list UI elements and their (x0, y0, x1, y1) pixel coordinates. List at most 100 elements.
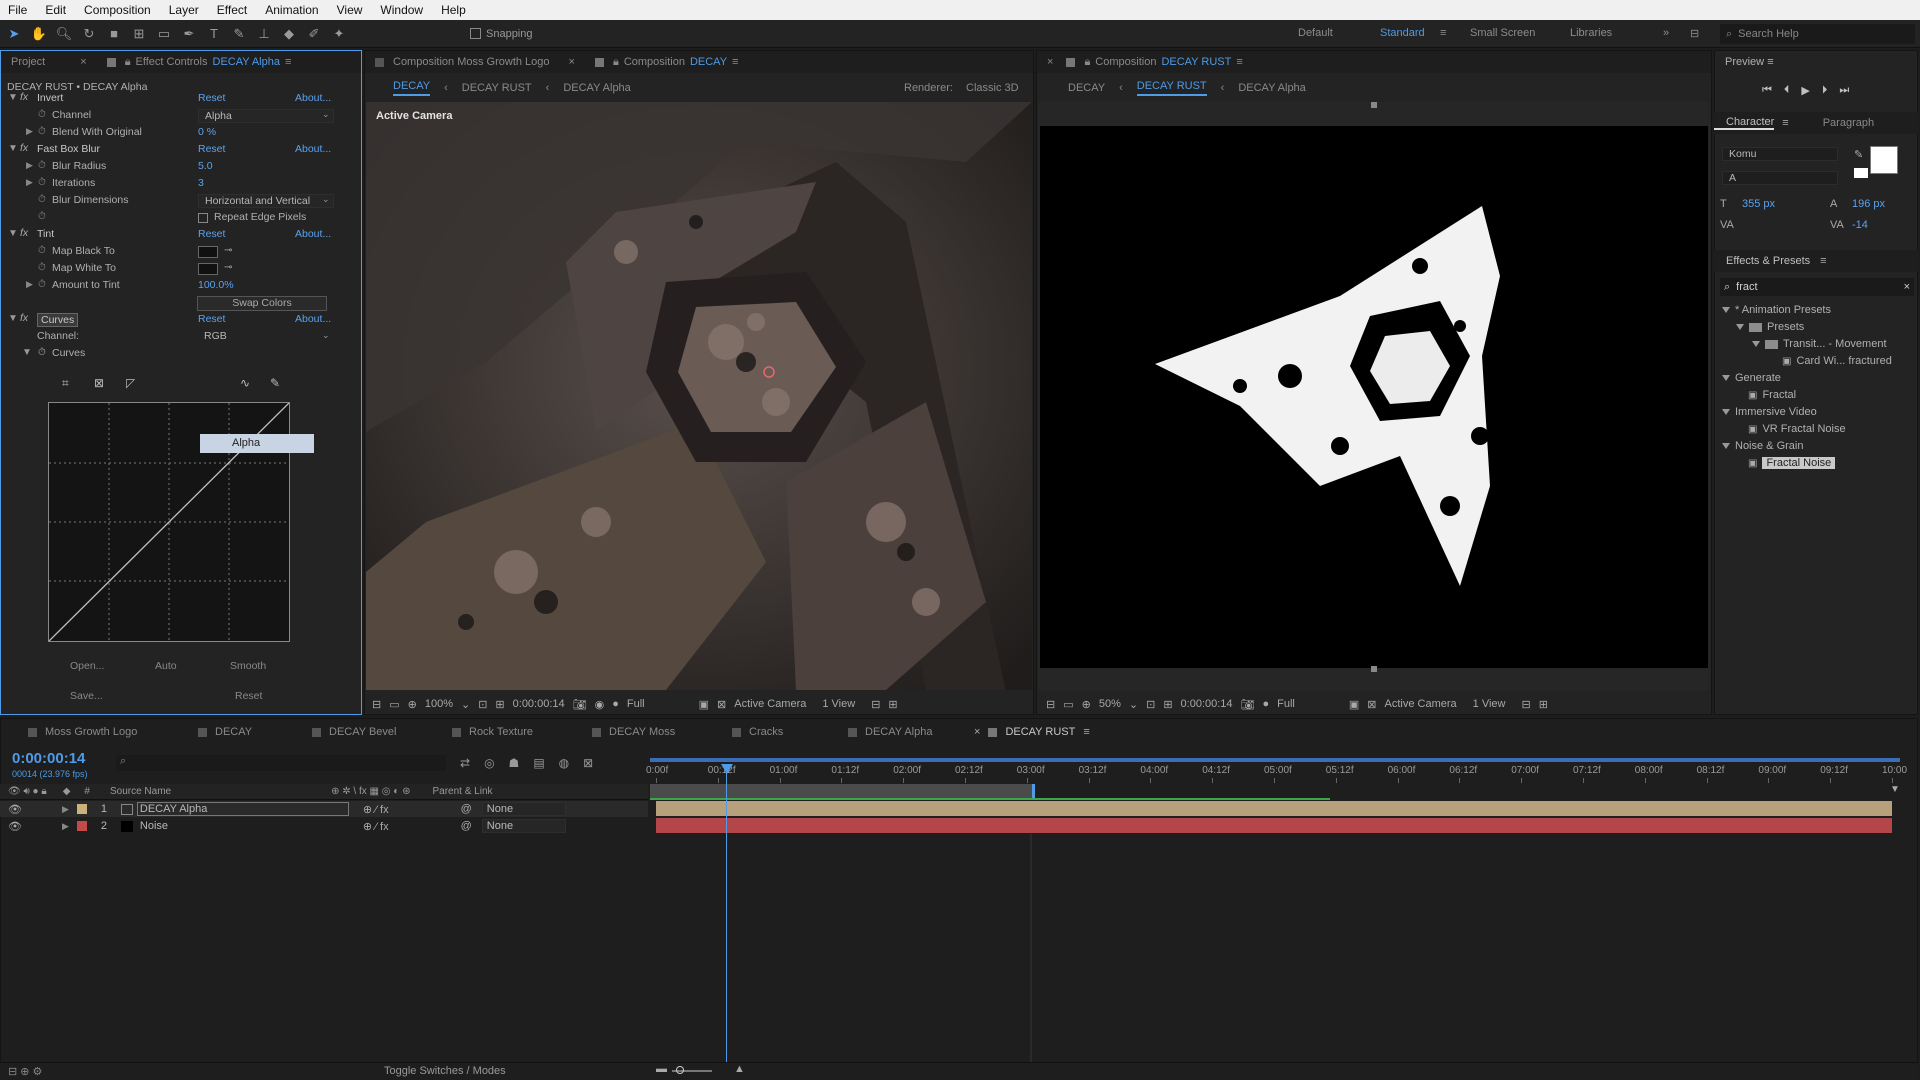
blend-with-original-expand-icon[interactable]: ▶ (26, 126, 33, 137)
workspace-libraries[interactable]: Libraries (1570, 27, 1612, 39)
stopwatch-icon[interactable]: ⏱ (38, 211, 46, 222)
timecode-right[interactable]: 0:00:00:14 (1181, 698, 1233, 710)
tree-immersive-video[interactable]: Immersive Video (1722, 404, 1817, 420)
shy-icon[interactable]: ☗ (509, 756, 520, 770)
amount-to-tint-value[interactable]: 100.0% (198, 279, 234, 291)
snapping-checkbox[interactable] (470, 28, 481, 39)
layer-row[interactable]: 👁︎ ▶ 2 Noise ⊕ ⁄ fx @ None (0, 818, 648, 834)
curves-open-button[interactable]: Open... (70, 660, 104, 672)
transparency-icon[interactable]: ⊠ (717, 698, 726, 711)
menu-help[interactable]: Help (441, 3, 466, 17)
fill-color-swatch[interactable] (1870, 146, 1898, 174)
zoom-in-icon[interactable]: ▲ (734, 1063, 745, 1075)
first-frame-icon[interactable]: ⏮ (1762, 84, 1772, 97)
resolution-dropdown[interactable]: Full (627, 698, 645, 710)
menu-icon[interactable]: ≡ (1820, 255, 1826, 267)
timeline-timecode[interactable]: 0:00:00:14 (12, 750, 85, 767)
tab-effects-presets[interactable]: Effects & Presets (1714, 255, 1810, 267)
camera-dropdown-right[interactable]: Active Camera (1385, 698, 1457, 710)
crumb-decay-r[interactable]: DECAY (1068, 82, 1105, 94)
zoom-slider-knob[interactable] (676, 1066, 684, 1074)
toggle-pixel-icon[interactable]: ⊟ (871, 698, 880, 711)
black-white-swatch[interactable] (1854, 168, 1868, 178)
source-name-header[interactable]: Source Name (110, 786, 171, 797)
fit-icon[interactable]: ⊡ (1146, 698, 1155, 711)
composition-viewer-decay-rust[interactable] (1038, 102, 1710, 690)
workspace-menu-icon[interactable]: ≡ (1440, 27, 1446, 39)
tracking-value[interactable]: -14 (1852, 219, 1868, 231)
font-family-dropdown[interactable]: Komu (1722, 147, 1838, 161)
effect-invert-reset-link[interactable]: Reset (198, 92, 225, 104)
graph-editor-icon[interactable]: ⊠ (583, 756, 593, 770)
bottom-handle[interactable] (1371, 666, 1377, 672)
curve-reset-icon[interactable]: ⌗ (62, 376, 69, 391)
last-frame-icon[interactable]: ⏭ (1839, 84, 1849, 97)
playhead-handle-icon[interactable] (721, 764, 733, 774)
effect-fast-box-blur-toggle-icon[interactable]: ▼ (8, 143, 18, 154)
grid-icon[interactable]: ⊞ (495, 698, 504, 711)
expand-icon[interactable] (1736, 324, 1744, 330)
tree-fractal[interactable]: ▣ Fractal (1748, 387, 1796, 403)
visibility-eye-icon[interactable]: 👁︎ (8, 803, 22, 816)
effect-tint-about-link[interactable]: About... (295, 228, 331, 240)
top-handle[interactable] (1371, 102, 1377, 108)
stopwatch-icon[interactable]: ⏱ (38, 160, 46, 171)
clone-stamp-tool-icon[interactable]: ⊥ (253, 23, 275, 45)
grid-icon[interactable]: ⊞ (1163, 698, 1172, 711)
layer-row[interactable]: 👁︎ ▶ 1 DECAY Alpha ⊕ ⁄ fx @ None (0, 801, 648, 817)
more-workspaces-icon[interactable]: » (1663, 27, 1669, 39)
expand-layer-icon[interactable]: ▶ (62, 804, 69, 815)
leading-value[interactable]: 196 px (1852, 198, 1885, 210)
layer-name[interactable]: DECAY Alpha (136, 802, 349, 816)
stopwatch-icon[interactable]: ⏱ (38, 109, 46, 120)
pick-whip-icon[interactable]: @ (461, 820, 472, 832)
font-style-dropdown[interactable]: A (1722, 171, 1838, 185)
layer-bar-decay-alpha[interactable] (656, 801, 1892, 816)
menu-effect[interactable]: Effect (217, 3, 247, 17)
timeline-tab-2[interactable]: DECAY Bevel (312, 726, 396, 738)
channel-dropdown-popup[interactable]: Alpha (200, 434, 314, 453)
prev-frame-icon[interactable]: ⏴ (1784, 84, 1790, 97)
stopwatch-icon[interactable]: ⏱ (38, 245, 46, 256)
draft-3d-icon[interactable]: ◎ (484, 756, 494, 770)
sync-icon[interactable]: ⊟ (1690, 27, 1699, 40)
curves-channel-dropdown[interactable]: RGB (198, 330, 334, 344)
tree-noise-grain[interactable]: Noise & Grain (1722, 438, 1803, 454)
tree-transitions-movement[interactable]: Transit... - Movement (1752, 336, 1887, 352)
stopwatch-icon[interactable]: ⏱ (38, 347, 46, 358)
crumb-decay-rust-r[interactable]: DECAY RUST (1136, 80, 1207, 96)
snapshot-icon[interactable]: 📷︎ (573, 698, 587, 711)
parent-dropdown[interactable]: None (481, 802, 566, 816)
expand-layer-icon[interactable]: ▶ (62, 821, 69, 832)
views-dropdown-right[interactable]: 1 View (1473, 698, 1506, 710)
timeline-search[interactable]: ⌕ (116, 755, 446, 771)
composition-viewer-decay[interactable]: Active Camera (366, 102, 1032, 690)
blur-dimensions-dropdown[interactable]: Horizontal and Vertical (198, 194, 334, 208)
stopwatch-icon[interactable]: ⏱ (38, 194, 46, 205)
parent-dropdown[interactable]: None (481, 819, 566, 833)
crumb-decay-rust[interactable]: DECAY RUST (462, 82, 532, 94)
curves-smooth-button[interactable]: Smooth (230, 660, 266, 672)
expand-icon[interactable] (1722, 307, 1730, 313)
rectangle-tool-icon[interactable]: ▭ (153, 23, 175, 45)
mask-icon[interactable]: ⊕ (408, 698, 417, 711)
footer-icons[interactable]: ⊟ ⊕ ⚙ (8, 1065, 42, 1078)
toggle-switches-modes[interactable]: Toggle Switches / Modes (384, 1065, 506, 1077)
frame-blend-icon[interactable]: ▤ (533, 756, 544, 770)
menu-file[interactable]: File (8, 3, 27, 17)
menu-icon[interactable]: ≡ (1782, 117, 1788, 129)
workspace-small-screen[interactable]: Small Screen (1470, 27, 1535, 39)
blur-radius-value[interactable]: 5.0 (198, 160, 213, 172)
stopwatch-icon[interactable]: ⏱ (38, 279, 46, 290)
motion-blur-icon[interactable]: ◍ (559, 756, 569, 770)
selection-tool-icon[interactable]: ➤ (3, 23, 25, 45)
expand-icon[interactable] (1722, 409, 1730, 415)
zoom-out-icon[interactable]: ▬ (656, 1063, 667, 1075)
camera-tool-icon[interactable]: ■ (103, 23, 125, 45)
tree-fractal-noise[interactable]: ▣ Fractal Noise (1748, 455, 1836, 471)
effect-invert-toggle-icon[interactable]: ▼ (8, 92, 18, 103)
color-icon[interactable]: ● (1263, 698, 1270, 710)
menu-composition[interactable]: Composition (84, 3, 151, 17)
curves-auto-button[interactable]: Auto (155, 660, 177, 672)
puppet-tool-icon[interactable]: ✦ (328, 23, 350, 45)
